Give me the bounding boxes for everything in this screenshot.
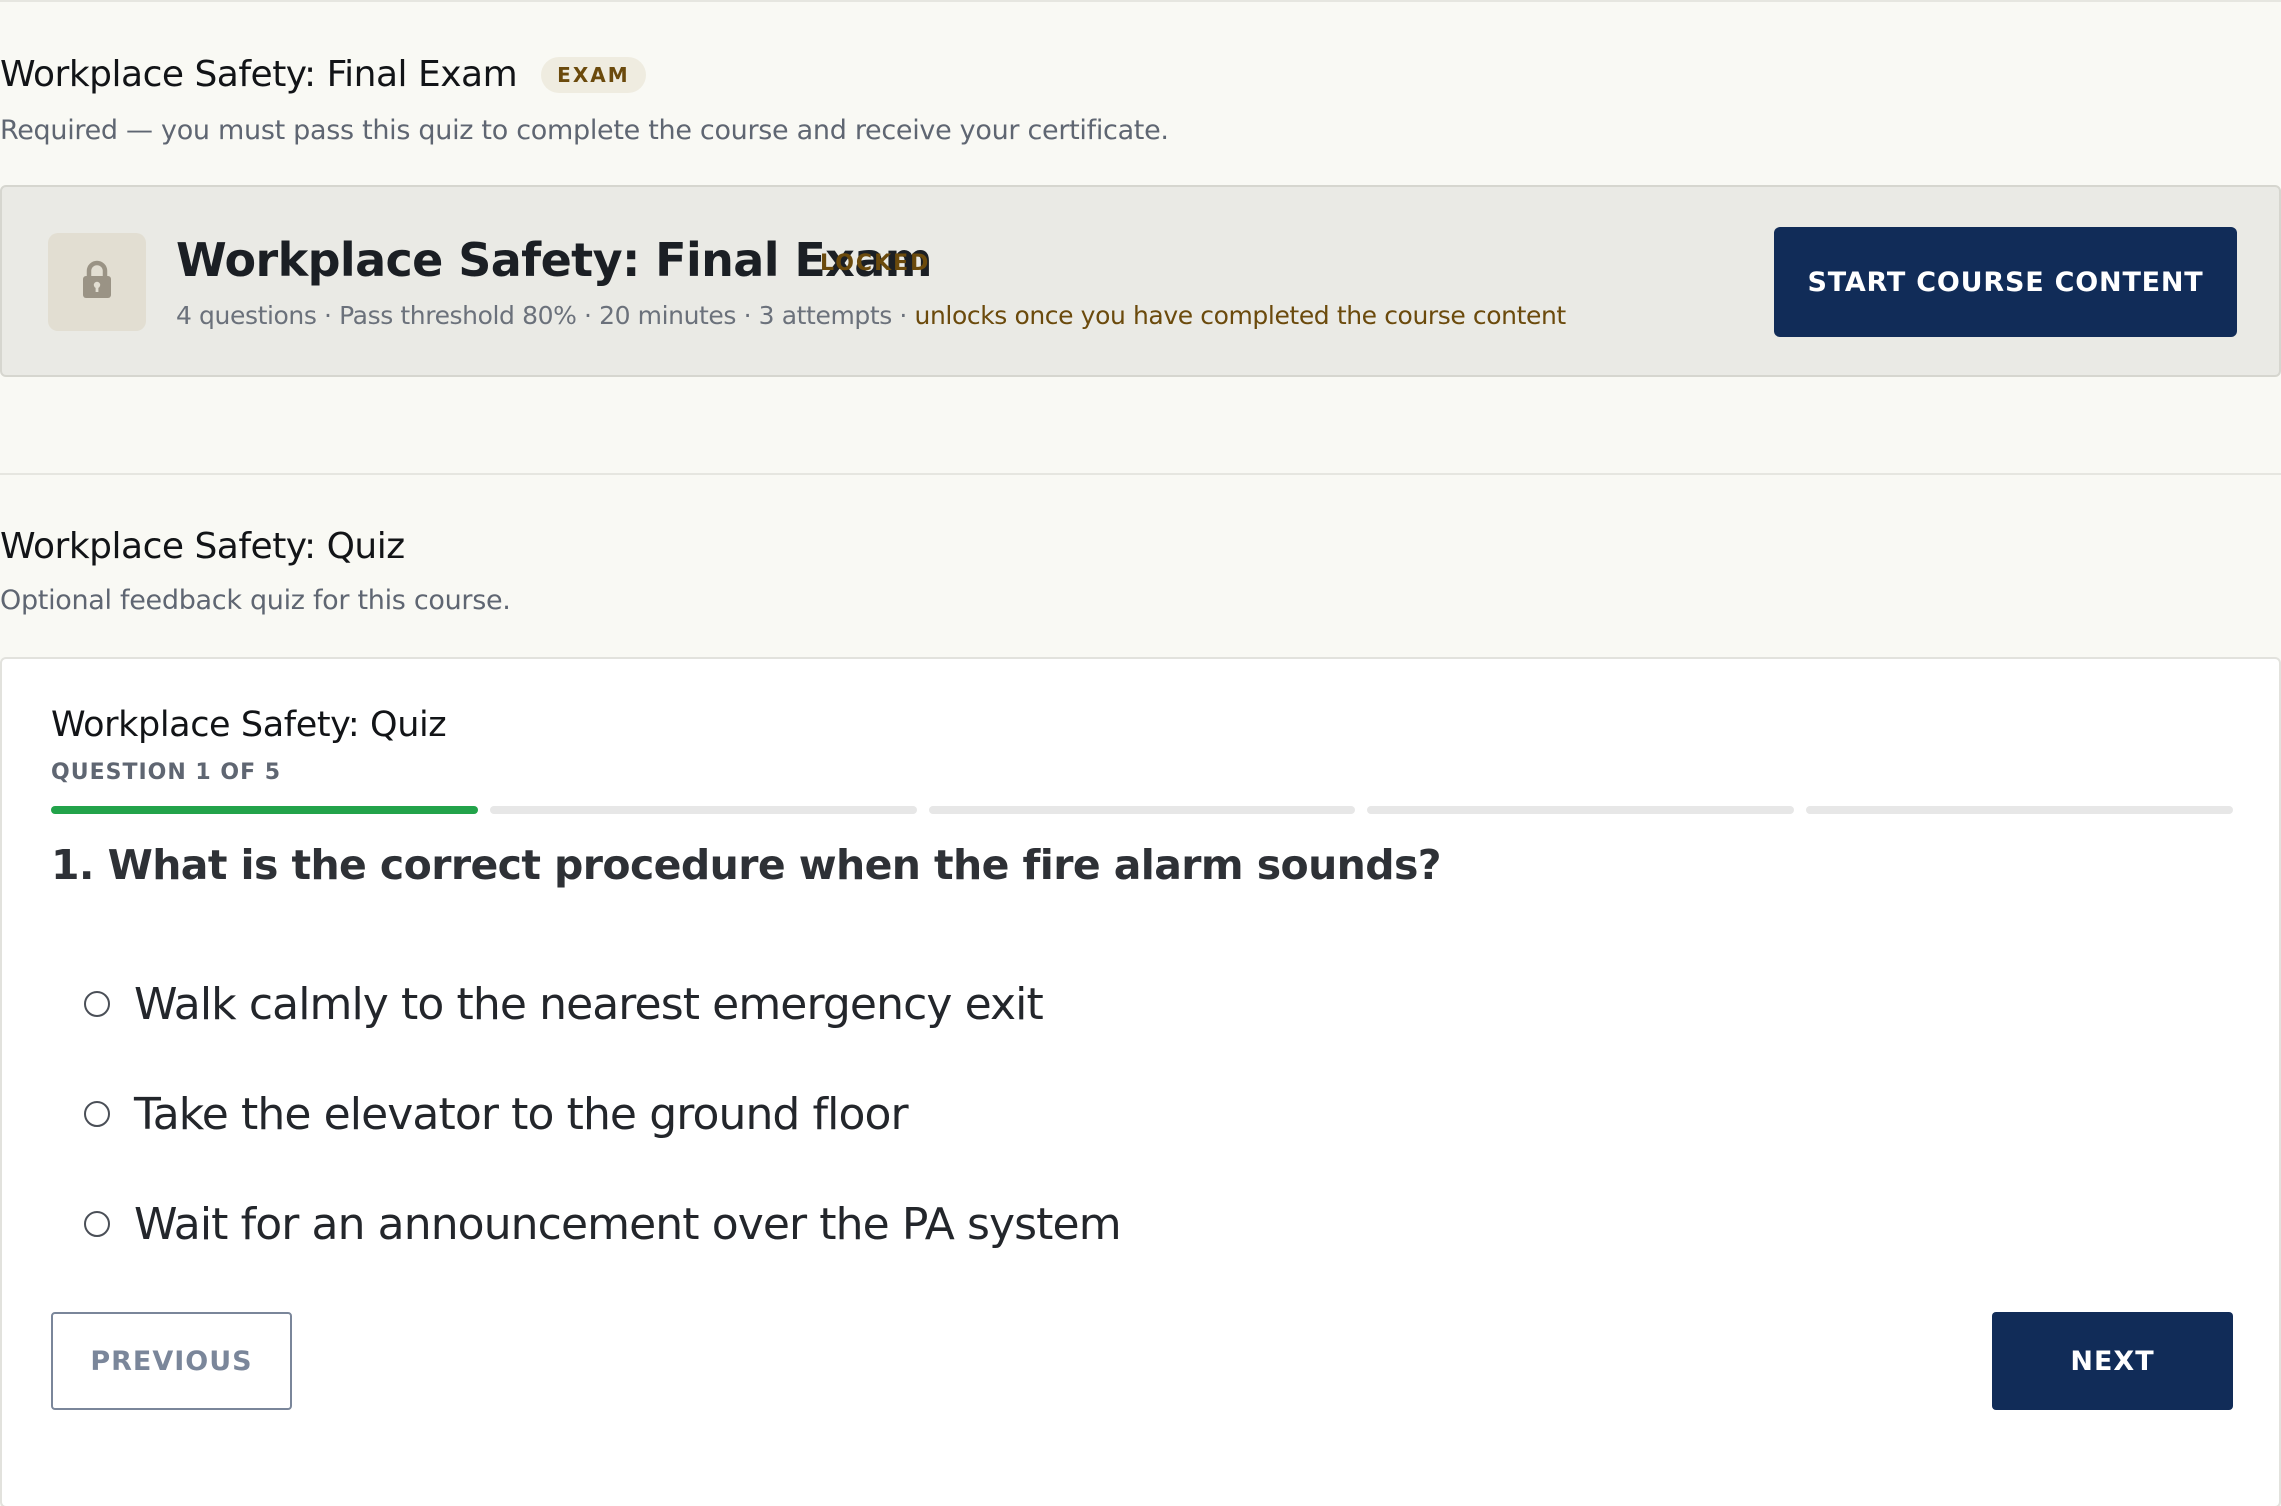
unlock-note: unlocks once you have completed the cour… (914, 301, 1567, 330)
exam-card-title: Workplace Safety: Final Exam (176, 233, 933, 287)
progress-segment (1367, 806, 1795, 814)
question-progress-bar (51, 806, 2233, 814)
exam-meta-details: 4 questions · Pass threshold 80% · 20 mi… (176, 301, 915, 330)
progress-segment (1806, 806, 2233, 814)
answer-option-label: Walk calmly to the nearest emergency exi… (134, 978, 1044, 1030)
radio-button[interactable] (84, 1211, 110, 1237)
answer-option[interactable]: Walk calmly to the nearest emergency exi… (84, 949, 1121, 1059)
radio-button[interactable] (84, 1101, 110, 1127)
radio-button[interactable] (84, 991, 110, 1017)
locked-exam-card: Workplace Safety: Final Exam LOCKED 4 qu… (0, 185, 2281, 377)
quiz-section-header: Workplace Safety: Quiz (0, 526, 405, 567)
quiz-section-title: Workplace Safety: Quiz (0, 526, 405, 567)
progress-segment (489, 806, 917, 814)
quiz-card: Workplace Safety: Quiz QUESTION 1 OF 5 1… (0, 657, 2281, 1506)
previous-button[interactable]: PREVIOUS (51, 1312, 292, 1410)
section-divider (0, 473, 2281, 475)
start-course-content-button[interactable]: START COURSE CONTENT (1774, 227, 2237, 337)
exam-section-title: Workplace Safety: Final Exam (0, 54, 518, 95)
question-text: 1. What is the correct procedure when th… (51, 841, 1442, 889)
exam-meta: 4 questions · Pass threshold 80% · 20 mi… (176, 301, 1566, 330)
lock-icon (81, 260, 113, 304)
exam-section-header: Workplace Safety: Final Exam EXAM (0, 54, 646, 95)
quiz-section-description: Optional feedback quiz for this course. (0, 585, 511, 616)
quiz-card-title: Workplace Safety: Quiz (51, 705, 447, 745)
answer-option[interactable]: Wait for an announcement over the PA sys… (84, 1169, 1122, 1279)
progress-segment (51, 806, 478, 814)
answer-options: Walk calmly to the nearest emergency exi… (84, 949, 1122, 1279)
next-button[interactable]: NEXT (1992, 1312, 2233, 1410)
question-counter: QUESTION 1 OF 5 (51, 760, 282, 785)
lock-icon-container (48, 233, 146, 331)
answer-option-label: Take the elevator to the ground floor (134, 1088, 909, 1140)
exam-badge: EXAM (541, 56, 646, 93)
progress-segment (928, 806, 1356, 814)
answer-option-label: Wait for an announcement over the PA sys… (134, 1198, 1122, 1250)
answer-option[interactable]: Take the elevator to the ground floor (84, 1059, 1121, 1169)
exam-section-description: Required — you must pass this quiz to co… (0, 115, 1169, 146)
quiz-page: Workplace Safety: Final Exam EXAM Requir… (0, 0, 2281, 1506)
locked-status-badge: LOCKED (820, 251, 931, 276)
